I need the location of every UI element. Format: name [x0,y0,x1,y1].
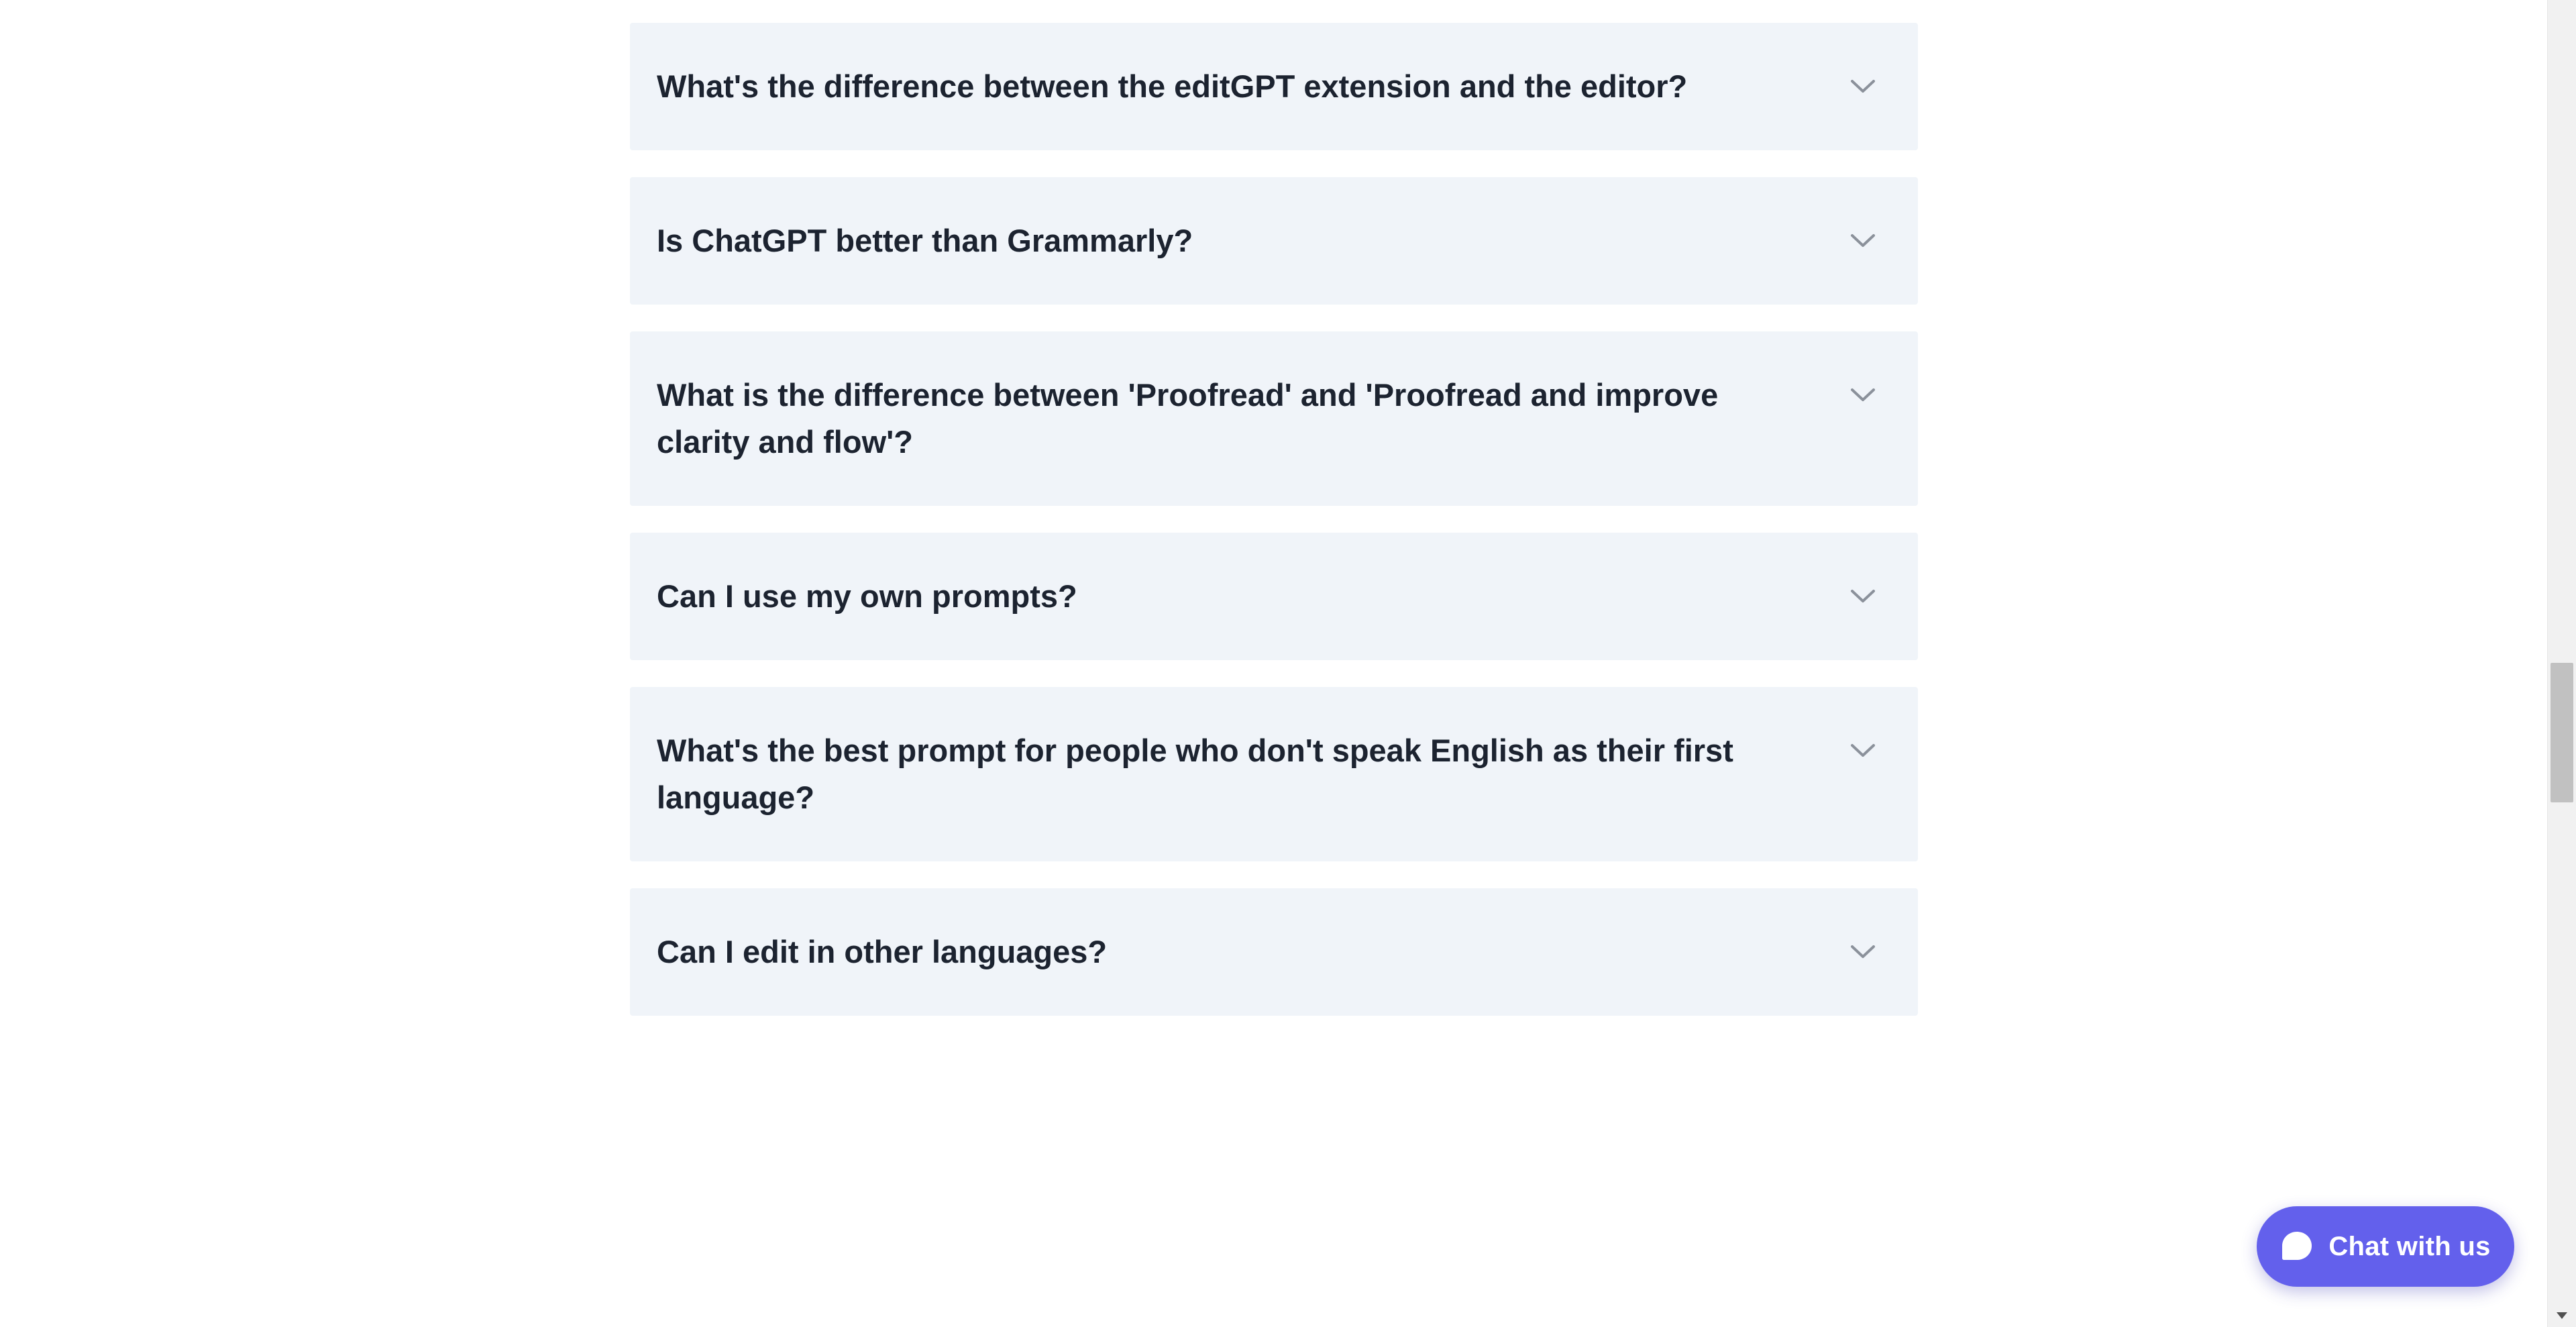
faq-question: Is ChatGPT better than Grammarly? [657,223,1193,258]
chat-with-us-button[interactable]: Chat with us [2257,1206,2514,1287]
chevron-down-icon[interactable] [1848,63,1878,110]
vertical-scrollbar[interactable] [2547,0,2576,1327]
faq-list: What's the difference between the editGP… [630,23,1918,1043]
scrollbar-thumb[interactable] [2551,663,2573,802]
chevron-down-icon[interactable] [1848,727,1878,774]
faq-item-chatgpt-vs-grammarly[interactable]: Is ChatGPT better than Grammarly? [630,177,1918,305]
chevron-down-icon[interactable] [1848,217,1878,264]
chat-bubble-icon [2282,1232,2312,1260]
faq-item-non-native-prompt[interactable]: What's the best prompt for people who do… [630,687,1918,861]
faq-question: What is the difference between 'Proofrea… [657,377,1719,460]
page-viewport: What's the difference between the editGP… [0,0,2576,1327]
scroll-down-arrow-icon[interactable] [2548,1304,2576,1327]
faq-question: What's the difference between the editGP… [657,68,1688,104]
faq-question: Can I use my own prompts? [657,578,1077,614]
faq-item-extension-vs-editor[interactable]: What's the difference between the editGP… [630,23,1918,150]
chevron-down-icon[interactable] [1848,928,1878,975]
faq-item-proofread-difference[interactable]: What is the difference between 'Proofrea… [630,331,1918,506]
chevron-down-icon[interactable] [1848,573,1878,620]
faq-question: Can I edit in other languages? [657,934,1108,969]
faq-item-other-languages[interactable]: Can I edit in other languages? [630,888,1918,1016]
chat-label: Chat with us [2328,1231,2491,1261]
chevron-down-icon[interactable] [1848,372,1878,419]
faq-question: What's the best prompt for people who do… [657,733,1733,815]
faq-item-own-prompts[interactable]: Can I use my own prompts? [630,533,1918,660]
